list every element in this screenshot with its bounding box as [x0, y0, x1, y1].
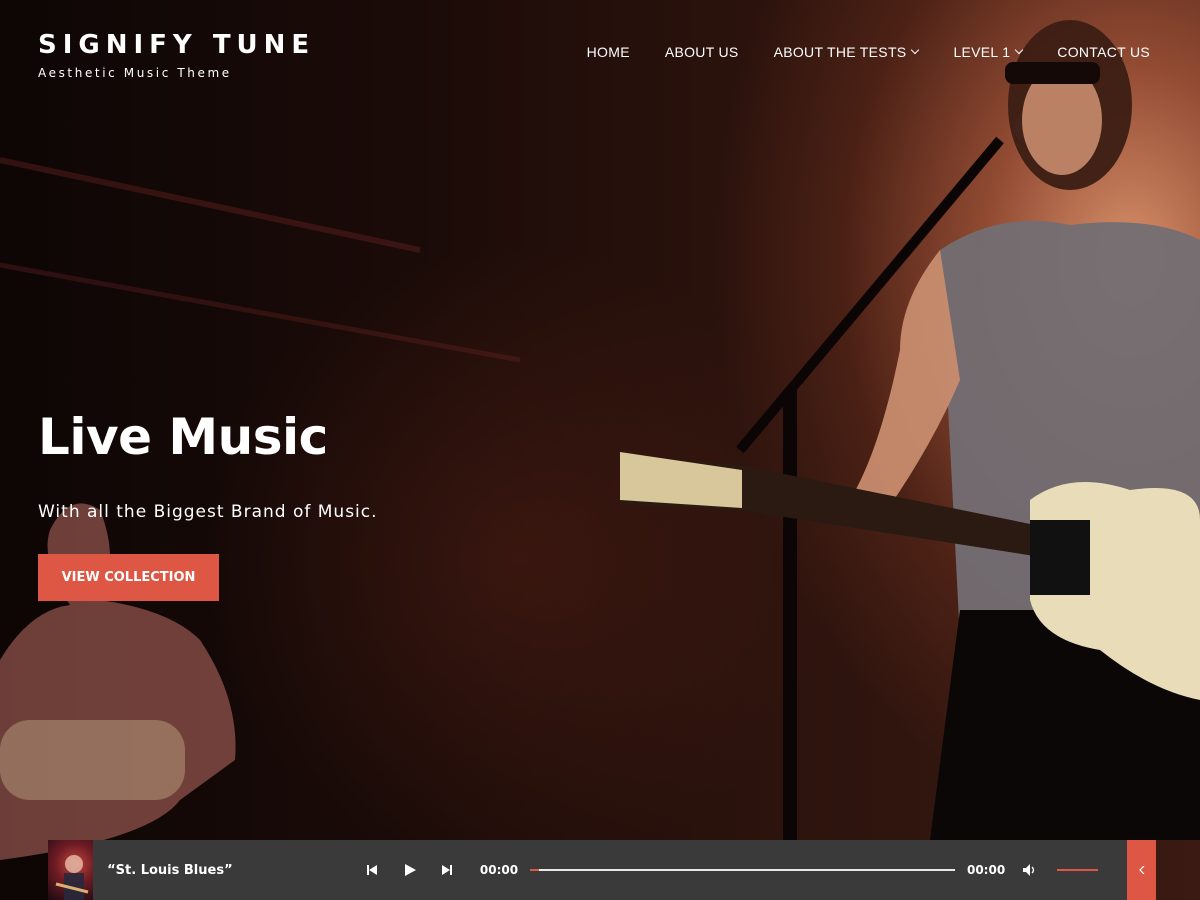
- nav-item-label: LEVEL 1: [953, 44, 1011, 60]
- nav-item-label: ABOUT THE TESTS: [773, 44, 907, 60]
- track-artwork-image: [55, 855, 89, 900]
- volume-button[interactable]: [1013, 840, 1047, 900]
- chevron-down-icon: [911, 45, 920, 55]
- nav-item-label: HOME: [586, 44, 630, 60]
- nav-item-about-the-tests[interactable]: ABOUT THE TESTS: [773, 44, 920, 60]
- current-time: 00:00: [479, 863, 519, 877]
- volume-fill: [1057, 869, 1099, 871]
- nav-item-about-us[interactable]: ABOUT US: [665, 44, 739, 60]
- next-button[interactable]: [428, 840, 466, 900]
- previous-button[interactable]: [353, 840, 391, 900]
- play-icon: [404, 864, 416, 876]
- skip-forward-icon: [442, 865, 453, 875]
- nav-item-label: CONTACT US: [1057, 44, 1150, 60]
- track-thumbnail: [48, 840, 94, 900]
- chevron-down-icon: [1015, 45, 1024, 55]
- site-branding: SIGNIFY TUNE Aesthetic Music Theme: [38, 30, 315, 80]
- volume-icon: [1023, 864, 1035, 876]
- main-navigation: HOME ABOUT US ABOUT THE TESTS LEVEL 1 CO…: [587, 44, 1150, 60]
- chevron-left-icon: [1138, 866, 1144, 874]
- site-title[interactable]: SIGNIFY TUNE: [38, 30, 315, 60]
- nav-item-contact-us[interactable]: CONTACT US: [1057, 44, 1150, 60]
- duration: 00:00: [966, 863, 1006, 877]
- progress-fill: [530, 869, 539, 871]
- nav-item-home[interactable]: HOME: [587, 44, 630, 60]
- track-title: “St. Louis Blues”: [107, 862, 233, 878]
- skip-back-icon: [366, 865, 377, 875]
- view-collection-button[interactable]: VIEW COLLECTION: [38, 554, 219, 601]
- player-toggle-button[interactable]: [1127, 840, 1156, 900]
- progress-bar[interactable]: [530, 869, 955, 871]
- nav-item-label: ABOUT US: [664, 44, 739, 60]
- nav-item-level-1[interactable]: LEVEL 1: [953, 44, 1024, 60]
- hero-title: Live Music: [38, 408, 328, 466]
- site-tagline: Aesthetic Music Theme: [38, 66, 232, 80]
- hero-subtitle: With all the Biggest Brand of Music.: [38, 502, 378, 522]
- volume-slider[interactable]: [1057, 869, 1099, 871]
- play-button[interactable]: [391, 840, 429, 900]
- audio-player: “St. Louis Blues” 00:00 00:00: [48, 840, 1156, 900]
